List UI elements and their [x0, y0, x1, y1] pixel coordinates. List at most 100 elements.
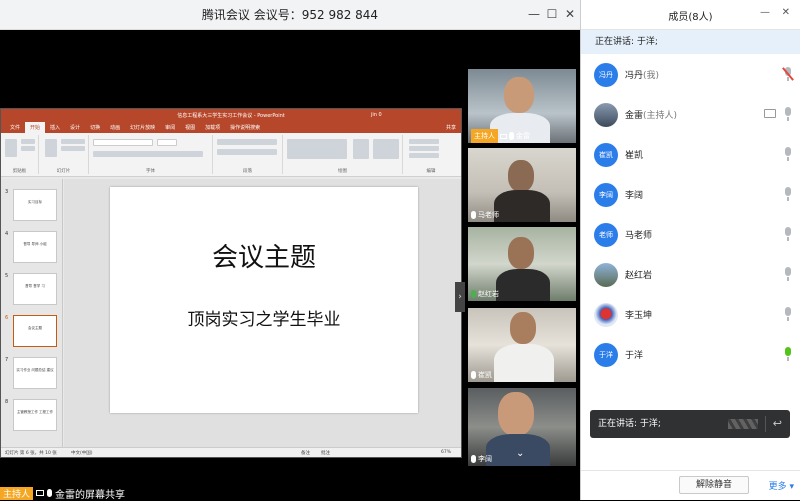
participant-name: 李阔 [478, 455, 492, 463]
participant-name: 金雷 [516, 132, 530, 140]
ppt-tab-transitions[interactable]: 切换 [85, 122, 105, 133]
ppt-share-button[interactable]: 共享 [441, 122, 461, 133]
avatar: 老师 [594, 223, 618, 247]
video-tile[interactable]: 马老师 [468, 148, 576, 222]
participant-name: 崔凯 [478, 371, 492, 379]
screen-share-bar: 主持人 金雷的屏幕共享 [0, 486, 125, 501]
avatar: 李阔 [594, 183, 618, 207]
ribbon-group-clipboard: 剪贴板 [1, 135, 39, 174]
ppt-tab-insert[interactable]: 插入 [45, 122, 65, 133]
slide-thumbnail-selected[interactable]: 会议主题 [13, 315, 57, 347]
slide-title[interactable]: 会议主题 [110, 237, 418, 274]
member-row[interactable]: 于洋 于洋 [581, 335, 800, 375]
thumb-number: 6 [5, 315, 9, 321]
member-name: 金雷(主持人) [625, 111, 678, 121]
ppt-tab-animations[interactable]: 动画 [105, 122, 125, 133]
ppt-tab-file[interactable]: 文件 [5, 122, 25, 133]
ppt-titlebar: 信息工程系大三学生实习工作会议 - PowerPoint jin 0 [1, 109, 461, 122]
member-row[interactable]: 金雷(主持人) [581, 95, 800, 135]
avatar: 于洋 [594, 343, 618, 367]
window-title: 腾讯会议 会议号：952 982 844 [201, 8, 379, 22]
slide-thumbnail[interactable]: 督导 导师 小组 [13, 231, 57, 263]
status-language: 中文(中国) [71, 451, 93, 456]
slide-thumbnail[interactable]: 实习作业 问题总结 建议 [13, 357, 57, 389]
thumb-number: 3 [5, 189, 9, 195]
member-name: 崔凯 [625, 151, 644, 161]
ribbon-label-drawing: 绘图 [338, 169, 347, 174]
member-row[interactable]: 李阔 李阔 [581, 175, 800, 215]
minimize-button[interactable]: — [524, 4, 544, 24]
mic-icon[interactable] [784, 187, 792, 201]
unmute-all-button[interactable]: 解除静音 [679, 476, 749, 494]
mic-icon[interactable] [784, 227, 792, 241]
member-row[interactable]: 李玉坤 [581, 295, 800, 335]
mic-active-icon[interactable] [784, 347, 792, 361]
video-tile[interactable]: 主持人 金雷 [468, 69, 576, 143]
members-panel-footer: 解除静音 更多 ▾ [581, 470, 800, 500]
video-tile[interactable]: 崔凯 [468, 308, 576, 382]
ribbon-label-clipboard: 剪贴板 [12, 169, 27, 174]
ribbon-label-font: 字体 [146, 169, 155, 174]
ribbon-label-editing: 编辑 [426, 169, 436, 174]
ppt-statusbar: 幻灯片 第 6 张，共 10 张 中文(中国) 备注 批注 67% [1, 447, 461, 457]
member-row[interactable]: 崔凯 崔凯 [581, 135, 800, 175]
panel-minimize-button[interactable]: — [760, 7, 770, 18]
host-badge: 主持人 [471, 129, 498, 143]
status-comments[interactable]: 批注 [321, 450, 330, 456]
mic-icon[interactable] [784, 147, 792, 161]
slide-editor: 会议主题 顶岗实习之学生毕业 [64, 179, 461, 447]
slide-thumbnails-pane: 3 实习目标 4 督导 导师 小组 5 督导 督学 习 6 会议主题 7 实习作… [1, 179, 63, 447]
ppt-tab-review[interactable]: 审阅 [160, 122, 180, 133]
chevron-down-icon[interactable]: ⌄ [516, 448, 524, 459]
mic-icon[interactable] [784, 267, 792, 281]
member-name: 赵红岩 [625, 271, 653, 281]
member-name: 马老师 [625, 231, 653, 241]
collapse-video-arrow-icon[interactable]: › [455, 282, 465, 312]
mic-icon [47, 489, 53, 497]
ppt-tab-addins[interactable]: 加载项 [200, 122, 225, 133]
member-row[interactable]: 冯丹 冯丹(我) [581, 55, 800, 95]
panel-close-button[interactable]: ✕ [782, 7, 790, 18]
ribbon-group-slides: 幻灯片 [39, 135, 89, 174]
slide-thumbnail[interactable]: 督导 督学 习 [13, 273, 57, 305]
slide-thumbnail[interactable]: 主管教授工作 工程工作 [13, 399, 57, 431]
toast-text: 正在讲话: 于洋; [598, 419, 661, 429]
status-slide-count: 幻灯片 第 6 张，共 10 张 [5, 451, 57, 456]
status-zoom[interactable]: 67% [441, 450, 451, 455]
slide-thumbnail[interactable]: 实习目标 [13, 189, 57, 221]
more-button[interactable]: 更多 ▾ [769, 479, 794, 492]
video-tile[interactable]: 赵红岩 [468, 227, 576, 301]
ppt-tab-design[interactable]: 设计 [65, 122, 85, 133]
mic-icon[interactable] [784, 107, 792, 121]
video-label: 李阔 [468, 452, 492, 466]
current-slide[interactable]: 会议主题 顶岗实习之学生毕业 [110, 187, 418, 413]
close-button[interactable]: ✕ [560, 4, 580, 24]
ribbon-group-drawing: 绘图 [283, 135, 403, 174]
member-name: 李阔 [625, 191, 644, 201]
maximize-button[interactable]: ☐ [542, 4, 562, 24]
member-name: 于洋 [625, 351, 644, 361]
video-label: 马老师 [468, 208, 499, 222]
ribbon-label-paragraph: 段落 [243, 169, 252, 174]
return-arrow-icon[interactable]: ↩ [773, 410, 782, 438]
host-badge: 主持人 [0, 486, 34, 500]
ppt-tab-slideshow[interactable]: 幻灯片放映 [125, 122, 160, 133]
mic-icon [471, 371, 476, 379]
speaking-toast: 正在讲话: 于洋; ↩ [590, 410, 790, 438]
slide-subtitle[interactable]: 顶岗实习之学生毕业 [110, 305, 418, 330]
mic-muted-icon[interactable] [784, 67, 792, 81]
ribbon-group-font: 字体 [89, 135, 213, 174]
ribbon-group-editing: 编辑 [403, 135, 459, 174]
status-notes[interactable]: 备注 [301, 450, 310, 456]
members-panel-header: 成员(8人) — ✕ [581, 0, 800, 30]
ribbon-group-paragraph: 段落 [213, 135, 283, 174]
mic-icon[interactable] [784, 307, 792, 321]
member-row[interactable]: 老师 马老师 [581, 215, 800, 255]
ppt-title: 信息工程系大三学生实习工作会议 - PowerPoint [177, 113, 285, 119]
ppt-tab-view[interactable]: 视图 [180, 122, 200, 133]
ppt-tell-me[interactable]: 操作说明搜索 [225, 122, 265, 133]
ppt-workspace: 3 实习目标 4 督导 导师 小组 5 督导 督学 习 6 会议主题 7 实习作… [1, 179, 461, 447]
participant-name: 马老师 [478, 211, 499, 219]
ppt-tab-home[interactable]: 开始 [25, 122, 46, 133]
member-row[interactable]: 赵红岩 [581, 255, 800, 295]
